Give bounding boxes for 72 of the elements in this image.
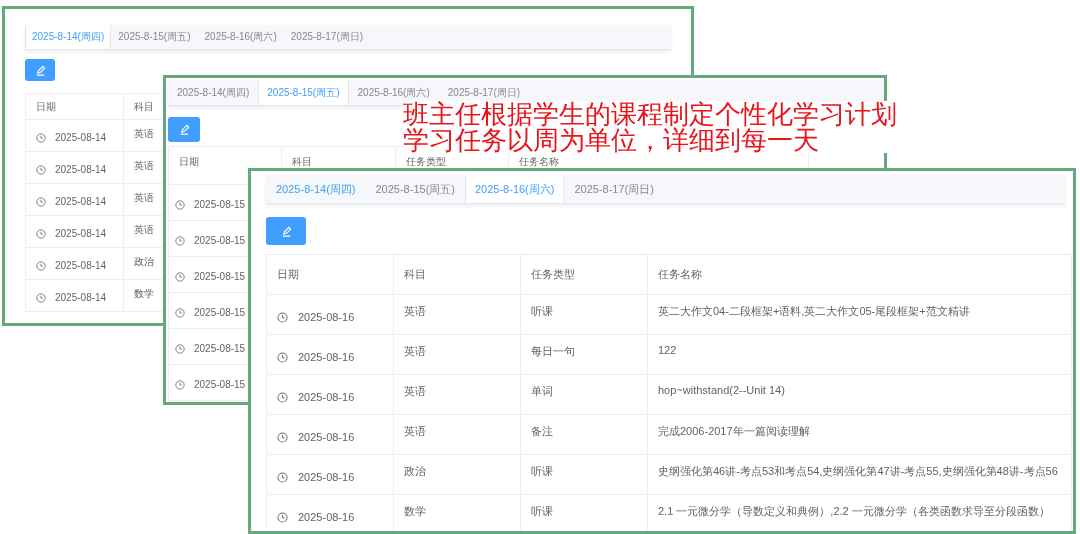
date-text: 2025-08-14 bbox=[55, 228, 107, 239]
table-cell: 完成2006-2017年一篇阅读理解 bbox=[647, 414, 1072, 455]
date-text: 2025-08-16 bbox=[298, 391, 355, 403]
date-text: 2025-08-15 bbox=[194, 271, 246, 282]
table-cell: 每日一句 bbox=[520, 334, 648, 375]
clock-icon bbox=[36, 164, 46, 175]
edit-button[interactable] bbox=[25, 59, 55, 81]
clock-icon bbox=[175, 343, 185, 354]
pencil-icon bbox=[280, 225, 292, 237]
clock-icon bbox=[277, 311, 288, 323]
clock-icon bbox=[175, 235, 185, 246]
clock-icon bbox=[277, 471, 288, 483]
edit-button[interactable] bbox=[168, 117, 200, 142]
edit-button[interactable] bbox=[266, 217, 306, 245]
column-header: 日期 bbox=[25, 93, 124, 120]
date-text: 2025-08-14 bbox=[55, 292, 107, 303]
date-text: 2025-08-14 bbox=[55, 132, 107, 143]
date-text: 2025-08-14 bbox=[55, 164, 107, 175]
column-header: 日期 bbox=[266, 254, 394, 295]
table-cell: 英语 bbox=[393, 414, 521, 455]
table-cell: 备注 bbox=[520, 414, 648, 455]
table-cell: 单词 bbox=[520, 374, 648, 415]
date-tab[interactable]: 2025-8-15(周五) bbox=[111, 25, 198, 49]
clock-icon bbox=[277, 351, 288, 363]
date-text: 2025-08-16 bbox=[298, 351, 355, 363]
date-text: 2025-08-15 bbox=[194, 235, 246, 246]
clock-icon bbox=[175, 271, 185, 282]
column-header: 任务类型 bbox=[520, 254, 648, 295]
clock-icon bbox=[175, 379, 185, 390]
date-tab[interactable]: 2025-8-15(周五) bbox=[258, 80, 349, 105]
clock-icon bbox=[36, 132, 46, 143]
column-header: 任务名称 bbox=[647, 254, 1072, 295]
date-text: 2025-08-14 bbox=[55, 260, 107, 271]
table-cell: hop~withstand(2--Unit 14) bbox=[647, 374, 1072, 415]
date-tab[interactable]: 2025-8-16(周六) bbox=[197, 25, 284, 49]
clock-icon bbox=[36, 228, 46, 239]
annotation-text: 班主任根据学生的课程制定个性化学习计划 bbox=[403, 101, 897, 127]
date-text: 2025-08-15 bbox=[194, 343, 246, 354]
table-cell: 听课 bbox=[520, 494, 648, 531]
table-cell: 英语 bbox=[393, 374, 521, 415]
clock-icon bbox=[175, 307, 185, 318]
date-tab[interactable]: 2025-8-14(周四) bbox=[25, 25, 112, 49]
clock-icon bbox=[36, 260, 46, 271]
date-tab[interactable]: 2025-8-17(周日) bbox=[283, 25, 371, 49]
date-text: 2025-08-14 bbox=[55, 196, 107, 207]
table-cell: 英语 bbox=[393, 334, 521, 375]
table-cell: 数学 bbox=[393, 494, 521, 531]
table-cell: 史纲强化第46讲-考点53和考点54,史纲强化第47讲-考点55,史纲强化第48讲-考点56 bbox=[647, 454, 1072, 495]
column-header: 科目 bbox=[393, 254, 521, 295]
clock-icon bbox=[277, 511, 288, 523]
table-cell: 听课 bbox=[520, 454, 648, 495]
clock-icon bbox=[277, 391, 288, 403]
clock-icon bbox=[277, 431, 288, 443]
table-cell: 英二大作文04-二段框架+语料,英二大作文05-尾段框架+范文精讲 bbox=[647, 294, 1072, 335]
date-text: 2025-08-15 bbox=[194, 307, 246, 318]
clock-icon bbox=[36, 196, 46, 207]
table-cell: 2.1 一元微分学（导数定义和典例）,2.2 一元微分学（各类函数求导至分段函数） bbox=[647, 494, 1072, 531]
date-text: 2025-08-16 bbox=[298, 431, 355, 443]
date-text: 2025-08-16 bbox=[298, 511, 355, 523]
date-text: 2025-08-15 bbox=[194, 379, 246, 390]
pencil-icon bbox=[34, 64, 46, 76]
clock-icon bbox=[36, 292, 46, 303]
date-tab[interactable]: 2025-8-16(周六) bbox=[464, 175, 565, 203]
date-text: 2025-08-16 bbox=[298, 311, 355, 323]
pencil-icon bbox=[178, 124, 190, 135]
table-cell: 英语 bbox=[393, 294, 521, 335]
table-cell: 政治 bbox=[393, 454, 521, 495]
table-cell: 听课 bbox=[520, 294, 648, 335]
table-cell: 122 bbox=[647, 334, 1072, 375]
date-text: 2025-08-15 bbox=[194, 199, 246, 210]
clock-icon bbox=[175, 199, 185, 210]
date-text: 2025-08-16 bbox=[298, 471, 355, 483]
